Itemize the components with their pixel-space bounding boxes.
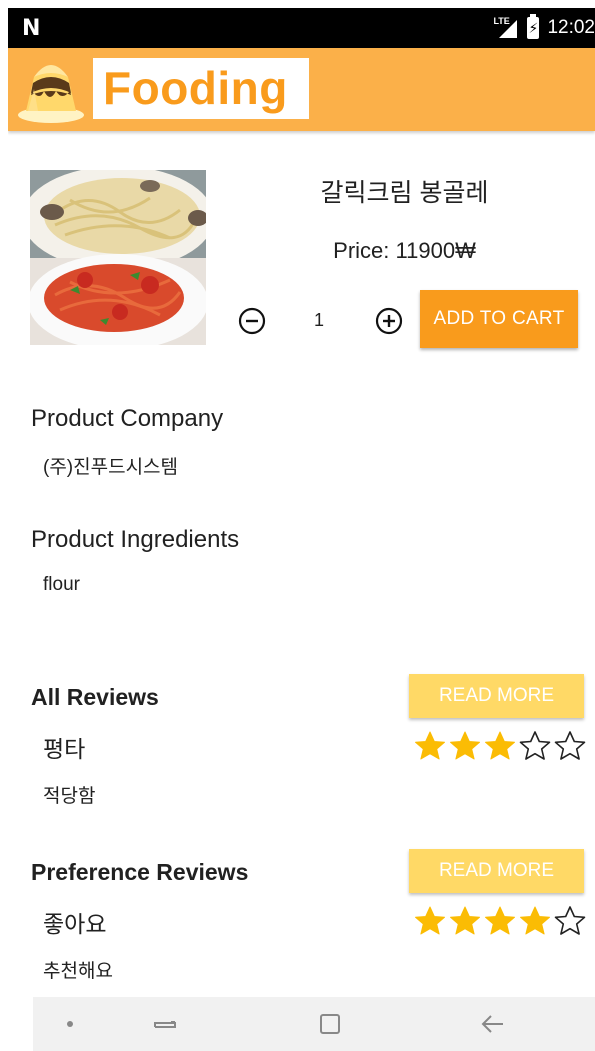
back-icon[interactable] [473,997,513,1051]
star-empty-icon [554,906,586,935]
home-icon[interactable] [310,997,350,1051]
app-bar: Fooding [8,48,595,131]
star-rating [413,730,587,762]
plus-circle-icon [375,307,403,335]
star-rating [413,905,587,937]
star-filled-icon [415,731,445,760]
star-filled-icon [485,731,515,760]
ingredients-value: flour [43,574,80,595]
dot-icon[interactable] [55,997,85,1051]
star-filled-icon [450,906,480,935]
battery-icon: ⚡ [527,14,540,39]
ingredients-title: Product Ingredients [31,526,240,553]
pudding-icon [14,53,88,125]
company-value: (주)진푸드시스템 [43,457,179,478]
app-logo-text: Fooding [103,62,288,114]
all-reviews-read-more-button[interactable]: READ MORE [409,674,584,718]
minus-circle-icon [238,307,266,335]
recent-apps-icon[interactable] [145,997,185,1051]
star-filled-icon [415,906,445,935]
increase-quantity-button[interactable] [374,306,404,336]
status-time: 12:02 [547,17,595,38]
product-price: Price: 11900₩ [333,238,476,263]
system-navigation-bar [33,997,595,1051]
star-empty-icon [519,731,551,760]
notification-icon: N [22,16,41,41]
add-to-cart-button[interactable]: ADD TO CART [420,290,578,348]
review-title: 좋아요 [43,911,107,937]
company-title: Product Company [31,405,224,432]
signal-icon: LTE [493,16,519,40]
decrease-quantity-button[interactable] [237,306,267,336]
star-filled-icon [450,731,480,760]
preference-reviews-header: Preference Reviews [31,859,249,885]
status-bar: N LTE ⚡ 12:02 [8,8,595,48]
review-body: 적당함 [43,786,96,807]
quantity-stepper: 1 [234,304,409,340]
app-screen: N LTE ⚡ 12:02 Fooding 갈릭크림 봉골레 Price: 11… [8,8,595,1051]
product-name: 갈릭크림 봉골레 [320,179,489,207]
all-reviews-header: All Reviews [31,684,159,710]
review-title: 평타 [43,736,86,762]
quantity-value: 1 [313,310,324,330]
star-filled-icon [485,906,515,935]
logo-text-box: Fooding [93,58,309,119]
star-filled-icon [520,906,550,935]
network-type-label: LTE [493,16,510,26]
product-image [30,170,206,345]
review-body: 추천해요 [43,961,113,982]
star-empty-icon [554,731,586,760]
preference-reviews-read-more-button[interactable]: READ MORE [409,849,584,893]
